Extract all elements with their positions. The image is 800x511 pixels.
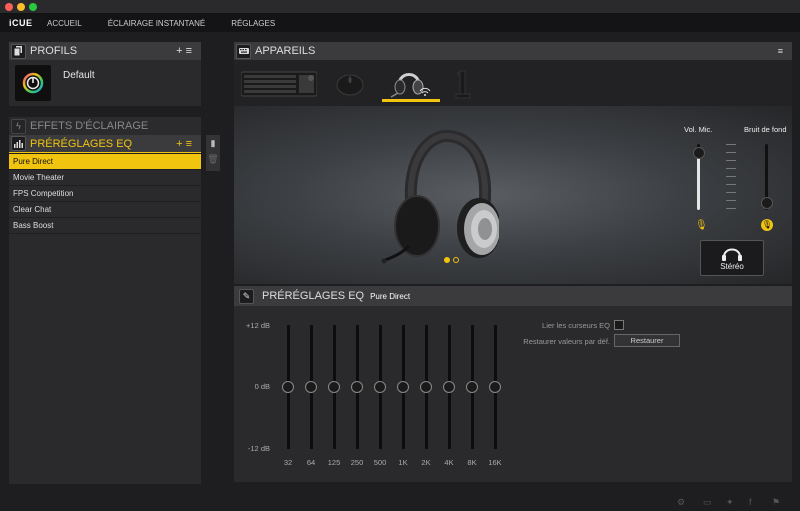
profile-copy-icon: [11, 43, 26, 59]
eq-band-knob[interactable]: [328, 381, 340, 393]
eq-band-label: 16K: [488, 458, 502, 467]
profile-card[interactable]: Default: [9, 60, 201, 106]
eq-band-label: 2K: [421, 458, 431, 467]
eq-preset-tools: ▮ 🗑: [206, 135, 220, 171]
headset-image: [381, 129, 499, 264]
eq-band-knob[interactable]: [305, 381, 317, 393]
eq-band-knob[interactable]: [489, 381, 501, 393]
bug-report-icon[interactable]: ⚙: [677, 497, 685, 508]
stereo-label: Stéréo: [720, 262, 744, 271]
eq-editor-header: ✎ PRÉRÉGLAGES EQ Pure Direct: [234, 286, 792, 306]
sidetone-mic-icon[interactable]: 🎙: [761, 219, 773, 231]
mic-volume-knob[interactable]: [692, 146, 705, 159]
eq-band-label: 500: [373, 458, 387, 467]
sidetone-slider[interactable]: [760, 144, 773, 210]
eq-editor-preset-name: Pure Direct: [370, 291, 411, 301]
devices-title: APPAREILS: [255, 45, 316, 57]
nav-instant-lighting[interactable]: ÉCLAIRAGE INSTANTANÉ: [108, 19, 206, 28]
eq-preset-item[interactable]: FPS Competition: [9, 186, 201, 202]
profiles-header: PROFILS +≡: [9, 42, 201, 60]
zoom-window-button[interactable]: [29, 3, 37, 11]
sidetone-label: Bruit de fond: [744, 125, 787, 134]
profiles-title: PROFILS: [30, 45, 78, 57]
twitter-icon[interactable]: ✦: [726, 497, 734, 508]
eq-band-knob[interactable]: [466, 381, 478, 393]
eq-band-label: 1K: [398, 458, 408, 467]
eq-editor: +12 dB 0 dB -12 dB 32 64 125 250 500 1K 2K 4K 8K…: [234, 306, 792, 482]
db-min-label: -12 dB: [247, 444, 270, 453]
close-window-button[interactable]: [5, 3, 13, 11]
eq-band-label: 8K: [467, 458, 477, 467]
device-headset-stand[interactable]: [448, 66, 478, 102]
eq-band-label: 250: [350, 458, 364, 467]
nav-home[interactable]: ACCUEIL: [47, 19, 82, 28]
mic-icon[interactable]: 🎙: [695, 220, 708, 231]
eq-preset-list: Pure Direct Movie Theater FPS Competitio…: [9, 154, 201, 484]
edit-icon[interactable]: ✎: [239, 288, 254, 304]
link-sliders-checkbox[interactable]: [614, 320, 624, 330]
eq-band-knob[interactable]: [282, 381, 294, 393]
eq-preset-item[interactable]: Clear Chat: [9, 202, 201, 218]
facebook-icon[interactable]: f: [749, 497, 752, 507]
add-eq-preset-button[interactable]: +: [176, 138, 185, 150]
app-logo: iCUE: [9, 18, 33, 28]
equalizer-icon: [11, 136, 26, 151]
eq-preset-menu-icon[interactable]: ≡: [186, 138, 195, 150]
profile-name: Default: [63, 70, 95, 81]
eq-preset-item[interactable]: Pure Direct: [9, 154, 201, 170]
device-mouse[interactable]: [330, 66, 370, 102]
eq-preset-item[interactable]: Bass Boost: [9, 218, 201, 234]
eq-preset-item[interactable]: Movie Theater: [9, 170, 201, 186]
eq-presets-header: PRÉRÉGLAGES EQ +≡: [9, 135, 201, 153]
link-sliders-label: Lier les curseurs EQ: [542, 321, 610, 330]
eq-band-knob[interactable]: [420, 381, 432, 393]
headphones-icon: [722, 248, 742, 261]
eq-editor-title: PRÉRÉGLAGES EQ: [262, 290, 365, 302]
db-zero-label: 0 dB: [254, 382, 270, 391]
eq-band-knob[interactable]: [443, 381, 455, 393]
lighting-effects-title: EFFETS D'ÉCLAIRAGE: [30, 120, 149, 132]
add-profile-button[interactable]: +: [176, 45, 185, 57]
eq-band-label: 125: [327, 458, 341, 467]
lighting-effects-header[interactable]: ϟ EFFETS D'ÉCLAIRAGE: [9, 117, 201, 135]
eq-band-knob[interactable]: [397, 381, 409, 393]
devices-header: APPAREILS ≡: [234, 42, 792, 60]
corsair-logo-icon[interactable]: ⚑: [772, 497, 780, 508]
device-keyboard[interactable]: [240, 66, 318, 102]
device-view: Vol. Mic. Bruit de fond 🎙 🎙 Stéréo: [234, 106, 792, 284]
eq-presets-title: PRÉRÉGLAGES EQ: [30, 137, 133, 150]
footer: ⚙ ▭ ✦ f ⚑: [0, 490, 800, 511]
sidetone-knob[interactable]: [760, 196, 773, 209]
eq-band-label: 64: [306, 458, 316, 467]
led-indicator-dot: [453, 257, 459, 263]
restore-button[interactable]: Restaurer: [614, 334, 680, 347]
nav-settings[interactable]: RÉGLAGES: [231, 19, 275, 28]
stereo-button[interactable]: Stéréo: [700, 240, 764, 276]
restore-defaults-label: Restaurer valeurs par déf.: [523, 337, 610, 346]
keyboard-icon: [236, 43, 251, 59]
delete-preset-icon[interactable]: 🗑: [206, 151, 220, 167]
window-titlebar: [0, 0, 800, 14]
profile-menu-icon[interactable]: ≡: [186, 45, 195, 57]
mic-volume-fill: [697, 152, 700, 210]
eq-band-label: 32: [283, 458, 293, 467]
minimize-window-button[interactable]: [17, 3, 25, 11]
copy-preset-icon[interactable]: ▮: [206, 135, 220, 151]
profile-icon: [15, 65, 51, 101]
app-header: iCUE ACCUEIL ÉCLAIRAGE INSTANTANÉ RÉGLAG…: [0, 14, 800, 32]
sidetone-scale: [726, 144, 736, 210]
mic-volume-slider[interactable]: [692, 144, 705, 210]
lightning-icon: ϟ: [11, 118, 26, 134]
eq-band-knob[interactable]: [351, 381, 363, 393]
mic-volume-label: Vol. Mic.: [684, 125, 713, 134]
db-max-label: +12 dB: [246, 321, 270, 330]
eq-band-knob[interactable]: [374, 381, 386, 393]
device-headset[interactable]: [382, 66, 440, 102]
mic-indicator-dot: [444, 257, 450, 263]
device-strip: [234, 60, 792, 106]
devices-menu-icon[interactable]: ≡: [778, 46, 786, 56]
chat-icon[interactable]: ▭: [703, 497, 712, 508]
eq-band-label: 4K: [444, 458, 454, 467]
